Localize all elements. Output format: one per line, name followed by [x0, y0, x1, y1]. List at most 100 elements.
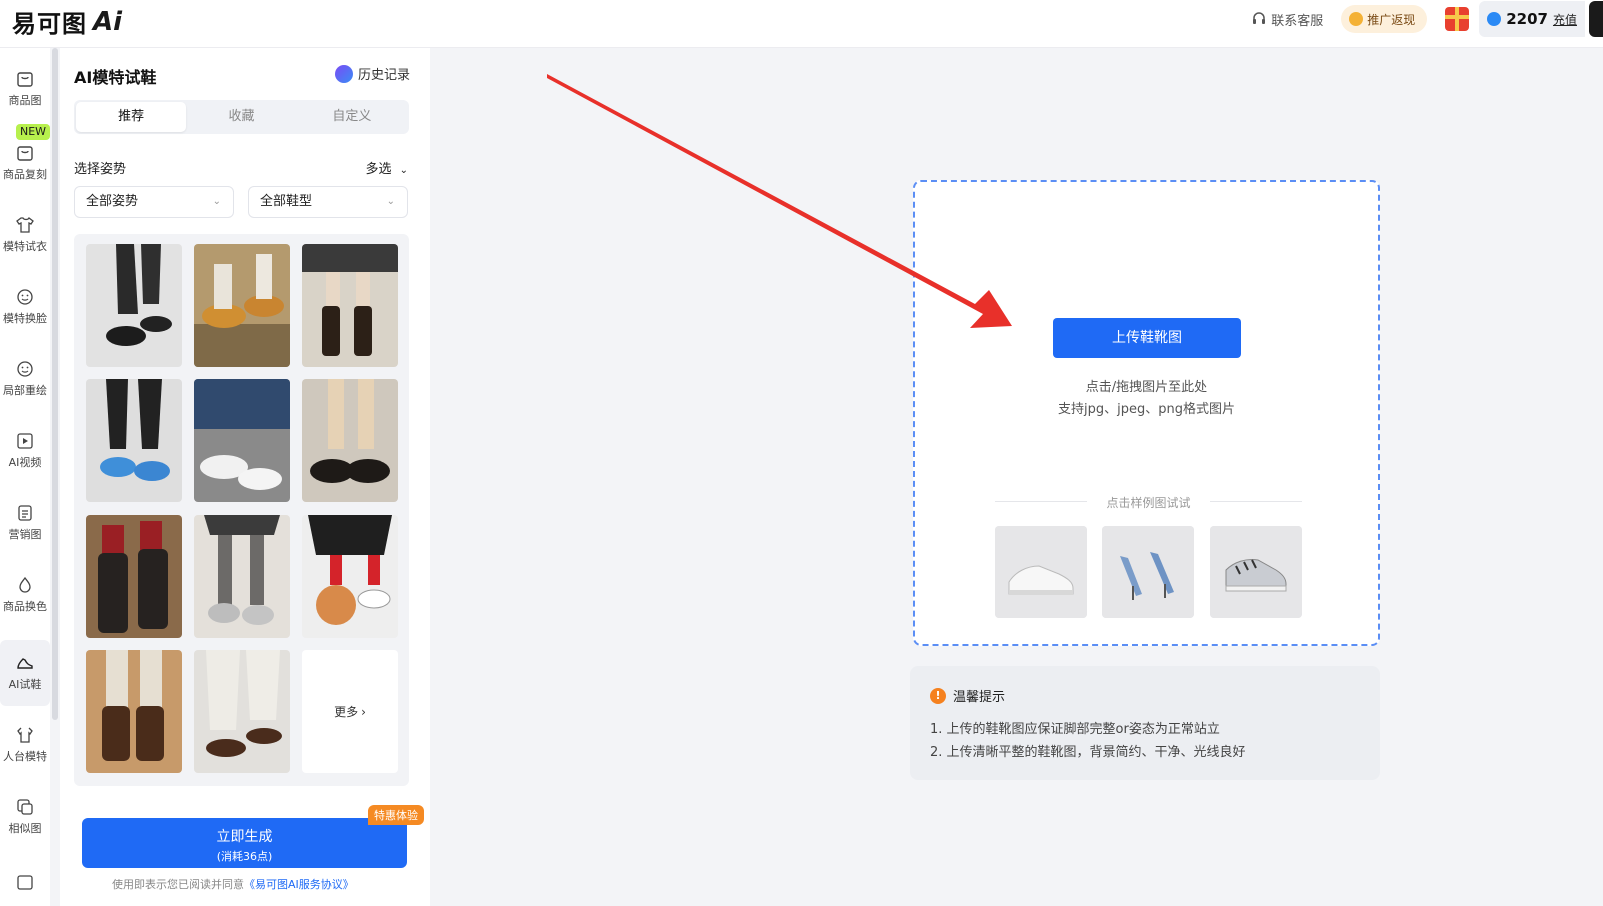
pose-thumbnail[interactable]: [86, 244, 182, 367]
pose-grid: 更多 ›: [74, 234, 409, 786]
gift-icon[interactable]: [1445, 7, 1470, 31]
agreement-text: 使用即表示您已阅读并同意《易可图AI服务协议》: [112, 876, 354, 892]
sample-image[interactable]: [1102, 526, 1194, 618]
settings-panel: AI模特试鞋 历史记录 推荐 收藏 自定义 选择姿势 多选 ⌄ 全部姿势 ⌄ 全…: [60, 48, 430, 906]
nav-item-marketing[interactable]: 营销图: [0, 490, 50, 556]
points-balance: 2207 充值: [1479, 1, 1585, 37]
upload-shoe-button[interactable]: 上传鞋靴图: [1053, 318, 1241, 358]
shoe-type-select[interactable]: 全部鞋型 ⌄: [248, 186, 408, 218]
pose-thumbnail[interactable]: [194, 515, 290, 638]
pose-select[interactable]: 全部姿势 ⌄: [74, 186, 234, 218]
bag-icon: [17, 72, 33, 87]
left-nav: 商品图 NEW 商品复刻 模特试衣 模特换脸 局部重绘 AI视频 营销图 商品换…: [0, 48, 51, 906]
nav-item-face-swap[interactable]: 模特换脸: [0, 274, 50, 340]
divider: [1210, 501, 1302, 502]
more-poses-button[interactable]: 更多 ›: [302, 650, 398, 773]
upload-hint: 点击/拖拽图片至此处: [1085, 380, 1208, 395]
history-label: 历史记录: [357, 68, 410, 83]
generate-label: 立即生成: [216, 829, 273, 845]
history-icon: [334, 64, 353, 83]
tab-favorites[interactable]: 收藏: [186, 102, 296, 132]
samples-label: 点击样例图试试: [1106, 496, 1191, 510]
video-icon: [17, 433, 33, 449]
nav-scrollbar[interactable]: [52, 48, 58, 720]
logo-ai-mark: Ai: [93, 6, 123, 37]
warning-icon: !: [930, 687, 946, 704]
nav-item-product-image[interactable]: 商品图: [0, 56, 50, 122]
nav-item-model-clothes[interactable]: 模特试衣: [0, 202, 50, 268]
nav-label: 相似图: [8, 822, 42, 835]
special-offer-badge: 特惠体验: [368, 805, 424, 825]
avatar[interactable]: [1589, 1, 1603, 37]
upload-dropzone[interactable]: 上传鞋靴图 点击/拖拽图片至此处 支持jpg、jpeg、png格式图片 点击样例…: [913, 180, 1380, 646]
agreement-link[interactable]: 《易可图AI服务协议》: [244, 878, 354, 891]
tips-box: ! 温馨提示 1. 上传的鞋靴图应保证脚部完整or姿态为正常站立 2. 上传清晰…: [910, 666, 1380, 780]
generate-cost: (消耗36点): [216, 850, 273, 863]
nav-label: 营销图: [8, 528, 42, 541]
nav-item-similar[interactable]: 相似图: [0, 784, 50, 850]
tip-line: 2. 上传清晰平整的鞋靴图，背景简约、干净、光线良好: [930, 745, 1246, 760]
generate-button[interactable]: 立即生成 (消耗36点): [82, 818, 407, 868]
nav-label: 局部重绘: [3, 384, 47, 397]
nav-label: 商品图: [8, 94, 42, 107]
sample-image[interactable]: [1210, 526, 1302, 618]
pose-thumbnail[interactable]: [86, 650, 182, 773]
nav-item-ai-more[interactable]: [0, 856, 50, 906]
support-link[interactable]: 联系客服: [1251, 10, 1323, 29]
promo-button[interactable]: 推广返现: [1341, 5, 1428, 33]
nav-label: 商品复刻: [3, 168, 47, 181]
sample-image[interactable]: [995, 526, 1087, 618]
tab-recommended[interactable]: 推荐: [76, 102, 187, 132]
recharge-link[interactable]: 充值: [1553, 11, 1577, 28]
headset-icon: [1253, 12, 1266, 24]
upload-format-hint: 支持jpg、jpeg、png格式图片: [1058, 402, 1235, 417]
points-value: 2207: [1506, 10, 1548, 28]
nav-item-ai-video[interactable]: AI视频: [0, 418, 50, 484]
history-button[interactable]: 历史记录: [334, 64, 410, 83]
promo-label: 推广返现: [1367, 12, 1416, 27]
pose-label: 选择姿势: [74, 162, 127, 177]
nav-label: 商品换色: [3, 600, 47, 613]
pose-thumbnail[interactable]: [86, 379, 182, 502]
nav-item-mannequin[interactable]: 人台模特: [0, 712, 50, 778]
multi-select-toggle[interactable]: 多选 ⌄: [365, 158, 408, 177]
poster-icon: [18, 505, 32, 521]
agreement-prefix: 使用即表示您已阅读并同意: [112, 878, 244, 891]
pose-thumbnail[interactable]: [86, 515, 182, 638]
nav-label: 模特换脸: [3, 312, 47, 325]
pose-thumbnail[interactable]: [194, 244, 290, 367]
mannequin-icon: [17, 727, 33, 743]
nav-item-recolor[interactable]: 商品换色: [0, 562, 50, 628]
pose-thumbnail[interactable]: [302, 515, 398, 638]
tab-custom[interactable]: 自定义: [297, 102, 407, 132]
logo[interactable]: 易可图 Ai: [12, 4, 122, 39]
pose-thumbnail[interactable]: [194, 650, 290, 773]
nav-label: 模特试衣: [3, 240, 47, 253]
tips-title: 温馨提示: [953, 690, 1006, 705]
shirt-icon: [16, 217, 34, 233]
tips-header: ! 温馨提示: [930, 686, 1005, 705]
pose-select-value: 全部姿势: [86, 194, 139, 209]
copy-bag-icon: [17, 146, 33, 161]
similar-icon: [17, 799, 33, 815]
chevron-down-icon: ⌄: [212, 196, 221, 207]
nav-label: AI试鞋: [8, 678, 42, 691]
ai-box-icon: [17, 875, 33, 890]
face-icon: [17, 289, 33, 305]
nav-item-ai-shoes[interactable]: AI试鞋: [0, 640, 50, 706]
pose-thumbnail[interactable]: [302, 379, 398, 502]
tab-bar: 推荐 收藏 自定义: [74, 100, 409, 134]
logo-text: 易可图: [12, 10, 87, 38]
chevron-right-icon: ›: [361, 704, 366, 719]
shoe-select-value: 全部鞋型: [260, 194, 313, 209]
nav-label: AI视频: [8, 456, 42, 469]
nav-item-inpaint[interactable]: 局部重绘: [0, 346, 50, 412]
more-label: 更多: [334, 705, 359, 719]
panel-title: AI模特试鞋: [74, 68, 157, 87]
pose-thumbnail[interactable]: [302, 244, 398, 367]
multi-label: 多选: [365, 162, 392, 177]
pose-thumbnail[interactable]: [194, 379, 290, 502]
support-label: 联系客服: [1271, 13, 1324, 29]
chevron-down-icon: ⌄: [386, 196, 395, 207]
nav-item-product-copy[interactable]: 商品复刻: [0, 130, 50, 196]
